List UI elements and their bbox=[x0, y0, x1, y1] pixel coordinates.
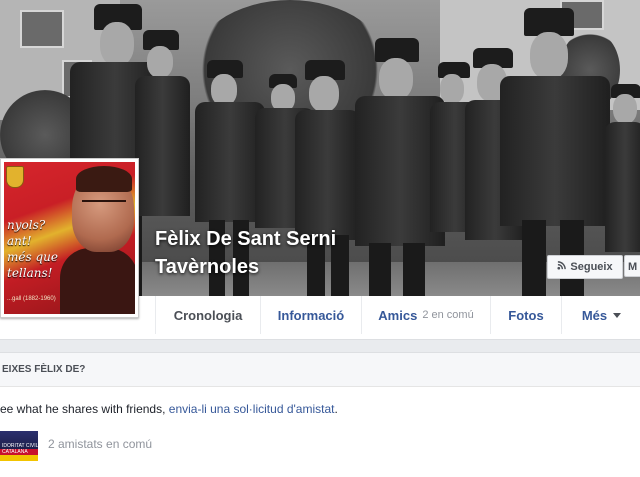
tab-photos[interactable]: Fotos bbox=[490, 296, 561, 334]
profile-name-line2: Tavèrnoles bbox=[155, 256, 260, 278]
mutual-thumb-text-2: CATALANA bbox=[2, 449, 28, 455]
tab-about-label: Informació bbox=[277, 307, 345, 323]
message-button[interactable]: M bbox=[624, 255, 640, 277]
caret-down-icon bbox=[613, 312, 622, 318]
tab-about[interactable]: Informació bbox=[260, 296, 361, 334]
panel-text-suffix: . bbox=[334, 402, 338, 416]
picture-text-2: ant! bbox=[7, 234, 32, 248]
panel-text-prefix: ee what he shares with friends, bbox=[0, 402, 169, 416]
mutual-friends-count[interactable]: 2 amistats en comú bbox=[48, 437, 152, 451]
panel-heading: EIXES FÈLIX DE? bbox=[0, 353, 640, 387]
follow-button[interactable]: Segueix bbox=[547, 255, 623, 279]
tab-timeline-label: Cronologia bbox=[173, 307, 243, 323]
picture-text-1: nyols? bbox=[7, 218, 46, 232]
tab-friends[interactable]: Amics 2 en comú bbox=[361, 296, 490, 334]
picture-text-3: més que bbox=[7, 250, 58, 264]
rss-icon bbox=[557, 261, 567, 273]
picture-caption: ...gall (1882-1960) bbox=[7, 296, 56, 302]
send-friend-request-link[interactable]: envia-li una sol·licitud d'amistat bbox=[169, 402, 335, 416]
panel-text: ee what he shares with friends, envia-li… bbox=[0, 402, 338, 416]
tab-friends-mutual-count: 2 en comú bbox=[422, 309, 474, 321]
follow-label: Segueix bbox=[570, 261, 613, 273]
tab-more[interactable]: Més bbox=[561, 296, 640, 334]
picture-text-4: tellans! bbox=[7, 266, 53, 280]
profile-name-line1: Fèlix De Sant Serni bbox=[155, 228, 337, 250]
profile-name[interactable]: Fèlix De Sant Serni Tavèrnoles bbox=[155, 225, 336, 281]
tab-timeline[interactable]: Cronologia bbox=[155, 296, 260, 334]
mutual-friend-thumbnail[interactable]: IDORITAT CIVIL CATALANA bbox=[0, 431, 38, 461]
shield-icon bbox=[6, 166, 24, 188]
friend-suggestion-panel: EIXES FÈLIX DE? ee what he shares with f… bbox=[0, 352, 640, 477]
tab-photos-label: Fotos bbox=[508, 307, 544, 323]
profile-picture[interactable]: nyols? ant! més que tellans! ...gall (18… bbox=[0, 158, 139, 318]
tab-friends-label: Amics bbox=[378, 307, 418, 323]
tab-more-label: Més bbox=[581, 307, 608, 323]
